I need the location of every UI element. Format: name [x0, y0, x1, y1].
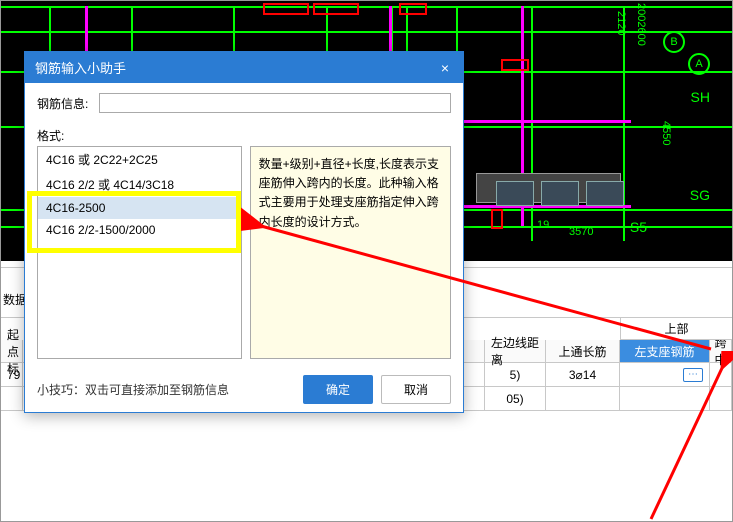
format-label: 格式: [37, 127, 451, 144]
header-qidian: 起点标 [1, 340, 23, 362]
dim-19: 19 [537, 219, 549, 231]
axis-b: B [663, 31, 685, 53]
rebar-helper-dialog: 钢筋输入小助手 × 钢筋信息: 格式: 4C16 或 2C22+2C25 4C1… [24, 51, 464, 413]
cell-edge05[interactable]: 05) [485, 387, 546, 410]
header-edge-dist: 左边线距离 [485, 340, 546, 362]
list-item[interactable]: 4C16 或 2C22+2C25 [38, 147, 241, 172]
close-icon[interactable]: × [437, 60, 453, 76]
list-item[interactable]: 4C16 2/2-1500/2000 [38, 219, 241, 241]
cancel-button[interactable]: 取消 [381, 375, 451, 404]
dim-3570: 3570 [569, 226, 593, 238]
cell-left-seat[interactable]: ⋯ [620, 363, 710, 386]
axis-sh: SH [691, 89, 710, 105]
axis-a: A [688, 53, 710, 75]
rebar-info-input[interactable] [99, 93, 451, 113]
cell-qidian[interactable]: 79 [1, 363, 23, 386]
cell-top-long[interactable]: 3⌀14 [546, 363, 620, 386]
format-list[interactable]: 4C16 或 2C22+2C25 4C16 2/2 或 4C14/3C18 4C… [37, 146, 242, 359]
header-left-seat[interactable]: 左支座钢筋 [620, 340, 710, 362]
dim-2120: 2120 [615, 11, 627, 35]
axis-sg: SG [690, 187, 710, 203]
dialog-tip: 小技巧：双击可直接添加至钢筋信息 [37, 381, 295, 398]
format-description: 数量+级别+直径+长度,长度表示支座筋伸入跨内的长度。此种输入格式主要用于处理支… [250, 146, 451, 359]
rebar-info-label: 钢筋信息: [37, 95, 99, 112]
ok-button[interactable]: 确定 [303, 375, 373, 404]
header-topgroup: 上部 [620, 318, 732, 340]
dim-2002600: 2002600 [635, 3, 647, 46]
more-button[interactable]: ⋯ [683, 368, 703, 382]
dim-4550: 4550 [660, 121, 672, 145]
header-top-long: 上通长筋 [546, 340, 620, 362]
list-item[interactable]: 4C16 2/2 或 4C14/3C18 [38, 172, 241, 197]
cell-edge5[interactable]: 5) [485, 363, 546, 386]
dialog-title-text: 钢筋输入小助手 [35, 58, 126, 77]
dialog-titlebar: 钢筋输入小助手 × [25, 52, 463, 83]
list-item[interactable]: 4C16-2500 [38, 197, 241, 219]
axis-s5: S5 [630, 219, 647, 235]
header-kuazhong: 跨中 [710, 340, 732, 362]
